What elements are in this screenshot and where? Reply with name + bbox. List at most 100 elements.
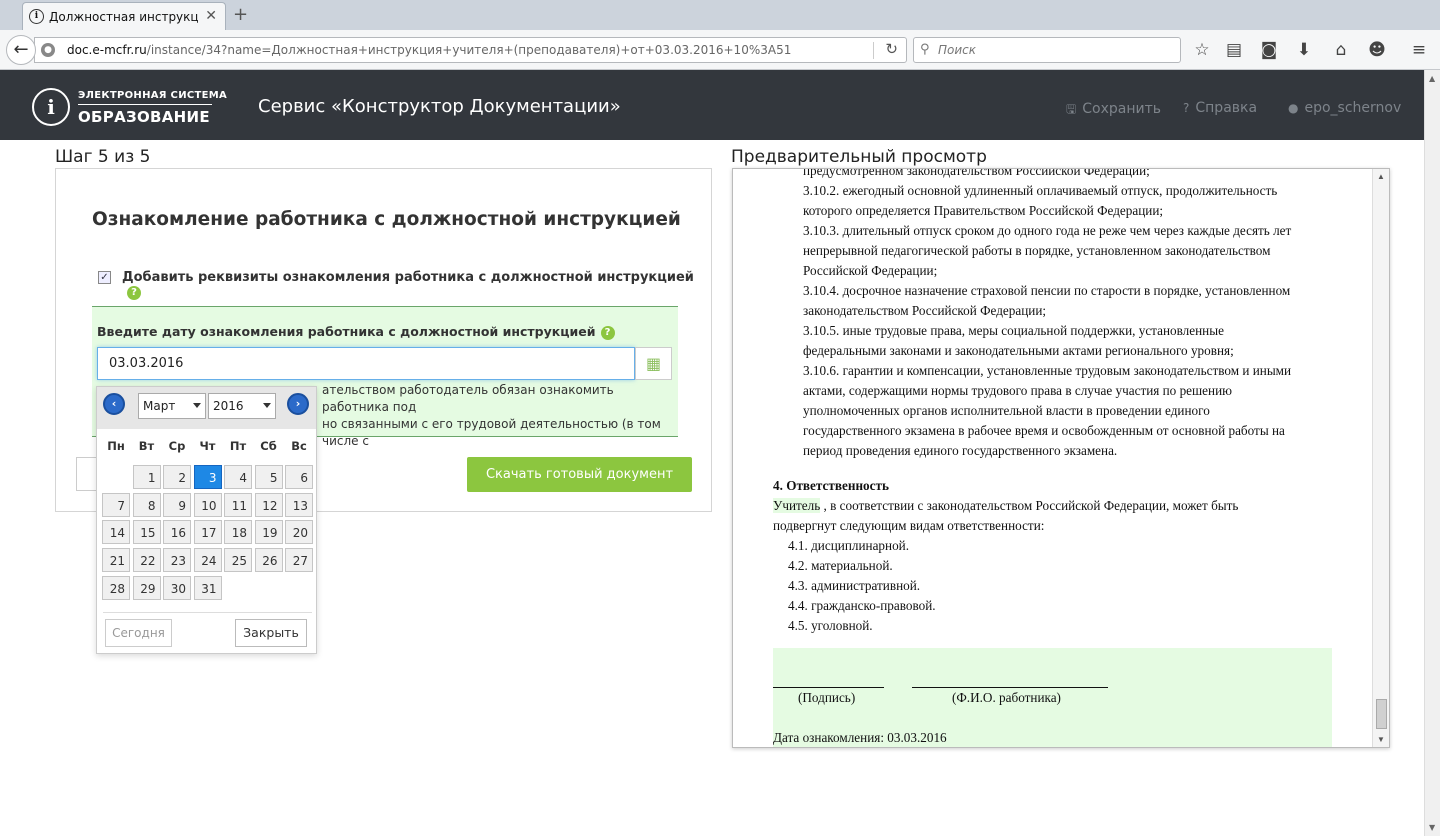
calendar-day[interactable]: 20 xyxy=(285,520,313,545)
preview-line: 3.10.6. гарантии и компенсации, установл… xyxy=(803,363,1292,378)
search-input[interactable]: ⚲ Поиск xyxy=(913,37,1181,63)
user-link[interactable]: ● epo_schernov xyxy=(1288,100,1401,116)
calendar-day[interactable]: 6 xyxy=(285,465,313,489)
preview-line: 3.10.4. досрочное назначение страховой п… xyxy=(803,283,1291,298)
responsibility-line: Учитель , в соответствии с законодательс… xyxy=(773,498,1239,513)
calendar-day[interactable]: 22 xyxy=(132,548,161,573)
help-icon[interactable]: ? xyxy=(127,286,141,300)
close-tab-icon[interactable]: ✕ xyxy=(205,8,217,24)
calendar-day[interactable]: 29 xyxy=(132,575,161,600)
url-bar[interactable]: ● doc.e-mcfr.ru/instance/34?name=Должнос… xyxy=(34,37,907,63)
responsibility-item: 4.1. дисциплинарной. xyxy=(788,538,910,553)
year-select[interactable]: 2016 xyxy=(208,393,276,419)
download-icon[interactable]: ⬇ xyxy=(1293,39,1315,61)
calendar-day[interactable]: 7 xyxy=(102,492,130,517)
question-icon: ? xyxy=(1183,101,1190,115)
weekday-label: Ср xyxy=(168,439,186,453)
smiley-icon[interactable]: ☻ xyxy=(1366,39,1388,61)
scroll-down-icon[interactable]: ▼ xyxy=(1429,823,1435,832)
preview-line: которого определяется Правительством Рос… xyxy=(803,203,1164,218)
calendar-icon[interactable]: ▦ xyxy=(635,347,672,380)
pocket-icon[interactable]: ◙ xyxy=(1258,39,1280,61)
datepicker: ‹ Март 2016 › Пн Вт Ср Чт Пт Сб Вс 1 2 3 4 5 6 7 8 9 10… xyxy=(96,386,317,654)
acquaintance-date: Дата ознакомления: 03.03.2016 xyxy=(773,730,947,745)
calendar-day[interactable]: 25 xyxy=(224,548,252,573)
calendar-day[interactable]: 4 xyxy=(224,465,252,489)
app-header: i ЭЛЕКТРОННАЯ СИСТЕМА ОБРАЗОВАНИЕ Сервис… xyxy=(0,70,1424,140)
responsibility-item: 4.4. гражданско-правовой. xyxy=(788,598,936,613)
preview-line: непрерывной педагогической работы в поря… xyxy=(803,243,1271,258)
calendar-day[interactable]: 2 xyxy=(163,465,191,489)
scroll-up-icon[interactable]: ▲ xyxy=(1429,74,1435,83)
logo-icon[interactable]: i xyxy=(32,88,70,126)
scroll-thumb[interactable] xyxy=(1376,699,1387,729)
menu-icon[interactable]: ≡ xyxy=(1408,39,1430,61)
step-indicator: Шаг 5 из 5 xyxy=(55,147,151,167)
requisites-checkbox[interactable]: ✓ xyxy=(98,271,111,284)
calendar-day[interactable]: 10 xyxy=(193,492,222,517)
preview-line: законодательством Российской Федерации; xyxy=(803,303,1047,318)
help-link[interactable]: ? Справка xyxy=(1183,100,1257,116)
selected-day[interactable]: 3 xyxy=(193,465,222,489)
calendar-day[interactable]: 1 xyxy=(132,465,161,489)
scroll-up-icon[interactable]: ▲ xyxy=(1377,172,1385,181)
calendar-day[interactable]: 16 xyxy=(163,520,191,545)
calendar-day[interactable]: 14 xyxy=(102,520,130,545)
url-divider xyxy=(873,42,874,59)
floppy-icon: 🖫 xyxy=(1066,102,1077,116)
home-icon[interactable]: ⌂ xyxy=(1330,39,1352,61)
new-tab-icon[interactable]: + xyxy=(233,4,248,25)
calendar-day[interactable]: 17 xyxy=(193,520,222,545)
calendar-day[interactable]: 9 xyxy=(163,492,191,517)
url-text: doc.e-mcfr.ru/instance/34?name=Должностн… xyxy=(67,43,792,57)
calendar-day[interactable]: 19 xyxy=(254,520,283,545)
datepicker-divider xyxy=(103,612,312,613)
calendar-day[interactable]: 18 xyxy=(224,520,252,545)
calendar-day[interactable]: 27 xyxy=(285,548,313,573)
sign-label: (Подпись) xyxy=(798,690,856,705)
logo-text-top: ЭЛЕКТРОННАЯ СИСТЕМА xyxy=(78,90,228,101)
browser-tabbar: i Должностная инструкция... ✕ + xyxy=(0,0,1440,30)
calendar-day[interactable]: 24 xyxy=(193,548,222,573)
reading-list-icon[interactable]: ▤ xyxy=(1223,39,1245,61)
weekday-label: Чт xyxy=(199,439,216,453)
section-title: 4. Ответственность xyxy=(773,478,889,493)
browser-tab[interactable]: i Должностная инструкция... ✕ xyxy=(22,2,226,30)
calendar-day[interactable]: 30 xyxy=(163,575,191,600)
scroll-down-icon[interactable]: ▼ xyxy=(1377,735,1385,744)
calendar-day[interactable]: 23 xyxy=(163,548,191,573)
download-button[interactable]: Скачать готовый документ xyxy=(467,457,692,492)
calendar-day[interactable]: 31 xyxy=(193,575,222,600)
month-select[interactable]: Март xyxy=(138,393,206,419)
panel-title: Ознакомление работника с должностной инс… xyxy=(92,209,681,230)
bookmark-star-icon[interactable]: ☆ xyxy=(1191,39,1213,61)
calendar-day[interactable]: 13 xyxy=(285,492,313,517)
weekday-label: Пн xyxy=(107,439,125,453)
calendar-day[interactable]: 21 xyxy=(102,548,130,573)
page-scrollbar[interactable]: ▲ ▼ xyxy=(1424,70,1440,836)
today-button[interactable]: Сегодня xyxy=(105,619,172,647)
back-button[interactable]: ← xyxy=(6,35,36,65)
reload-icon[interactable]: ↻ xyxy=(885,40,898,58)
calendar-day[interactable]: 12 xyxy=(254,492,283,517)
date-input[interactable]: 03.03.2016 xyxy=(97,347,635,380)
close-button[interactable]: Закрыть xyxy=(235,619,307,647)
calendar-day[interactable]: 5 xyxy=(254,465,283,489)
tab-title: Должностная инструкция... xyxy=(49,10,199,24)
prev-month-icon[interactable]: ‹ xyxy=(103,393,125,415)
calendar-day[interactable]: 28 xyxy=(102,575,130,600)
document-preview[interactable]: предусмотренном законодательством Россий… xyxy=(732,168,1390,748)
calendar-day[interactable]: 15 xyxy=(132,520,161,545)
preview-scrollbar[interactable]: ▲ ▼ xyxy=(1372,169,1389,747)
calendar-day[interactable]: 11 xyxy=(224,492,252,517)
responsibility-line-2: подвергнут следующим видам ответственнос… xyxy=(773,518,1045,533)
user-icon: ● xyxy=(1288,101,1299,115)
preview-line: 3.10.5. иные трудовые права, меры социал… xyxy=(803,323,1224,338)
save-link[interactable]: 🖫 Сохранить xyxy=(1066,100,1161,121)
calendar-day[interactable]: 8 xyxy=(132,492,161,517)
help-icon[interactable]: ? xyxy=(600,326,615,340)
next-month-icon[interactable]: › xyxy=(287,393,309,415)
calendar-day[interactable]: 26 xyxy=(254,548,283,573)
fio-label: (Ф.И.О. работника) xyxy=(952,690,1061,705)
checkbox-label[interactable]: Добавить реквизиты ознакомления работник… xyxy=(122,270,711,300)
